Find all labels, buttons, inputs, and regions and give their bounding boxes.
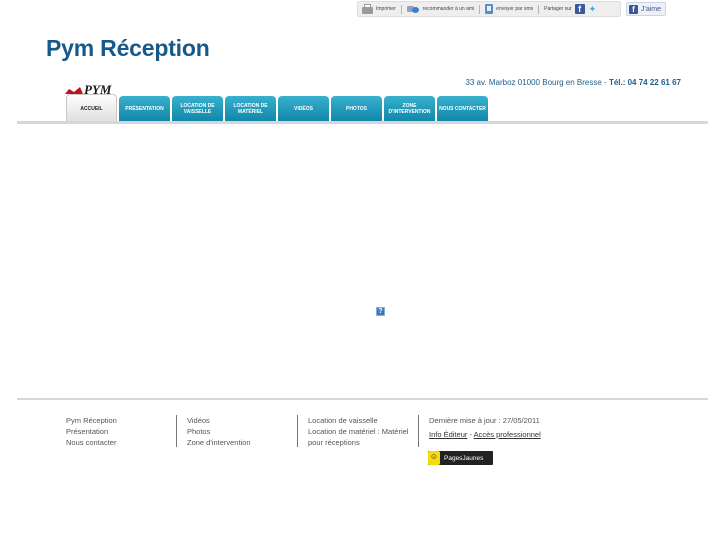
phone-number: Tél.: 04 74 22 61 67 xyxy=(608,78,681,87)
contact-address: 33 av. Marboz 01000 Bourg en Bresse - Té… xyxy=(465,78,681,87)
footer-column-4: Dernière mise à jour : 27/05/2011 Info É… xyxy=(418,415,541,447)
pages-jaunes-badge[interactable]: ☺ PagesJaunes xyxy=(428,451,493,465)
site-title: Pym Réception xyxy=(46,35,210,61)
facebook-icon: f xyxy=(629,4,638,14)
info-editor-link[interactable]: Info Éditeur xyxy=(429,430,467,439)
footer-link-presentation[interactable]: Présentation xyxy=(66,426,117,437)
send-sms-link[interactable]: envoyer par sms xyxy=(485,4,533,14)
last-update-text: Dernière mise à jour : 27/05/2011 xyxy=(429,416,540,425)
footer-column-2: Vidéos Photos Zone d'intervention xyxy=(176,415,251,447)
recommend-label: recommander à un ami xyxy=(422,6,475,12)
phone-sms-icon xyxy=(485,4,494,14)
pages-jaunes-smiley-icon: ☺ xyxy=(428,451,440,465)
tab-videos[interactable]: Vidéos xyxy=(278,96,329,122)
footer-divider xyxy=(17,398,708,400)
tab-accueil[interactable]: Accueil xyxy=(66,94,117,122)
toolbar-separator xyxy=(538,4,540,14)
facebook-like-button[interactable]: f J'aime xyxy=(626,2,666,16)
footer-link-contact[interactable]: Nous contacter xyxy=(66,437,117,448)
share-label: Partager sur xyxy=(544,6,572,12)
footer-link-vaisselle[interactable]: Location de vaisselle xyxy=(308,415,416,426)
logo-red-mark xyxy=(65,87,83,94)
tab-zone-intervention[interactable]: Zone d'intervention xyxy=(384,96,435,122)
footer-column-3: Location de vaisselle Location de matéri… xyxy=(297,415,416,447)
main-nav: Accueil Présentation Location de vaissel… xyxy=(66,94,490,122)
facebook-share-icon[interactable]: f xyxy=(574,4,585,14)
pages-jaunes-label: PagesJaunes xyxy=(444,454,484,462)
send-sms-label: envoyer par sms xyxy=(496,6,534,12)
tab-location-vaisselle[interactable]: Location de vaisselle xyxy=(172,96,223,122)
recommend-friend-icon xyxy=(406,4,420,14)
nav-divider xyxy=(17,121,708,124)
print-label: Imprimer xyxy=(376,6,396,12)
tab-presentation[interactable]: Présentation xyxy=(119,96,170,122)
footer-link-zone[interactable]: Zone d'intervention xyxy=(187,437,251,448)
missing-plugin-icon[interactable]: ? xyxy=(376,307,385,316)
toolbar-separator xyxy=(479,4,481,14)
print-link[interactable]: Imprimer xyxy=(362,3,396,14)
pro-access-link[interactable]: Accès professionnel xyxy=(474,430,541,439)
footer-link-videos[interactable]: Vidéos xyxy=(187,415,251,426)
footer-link-materiel[interactable]: Location de matériel : Matériel pour réc… xyxy=(308,426,416,448)
like-label: J'aime xyxy=(641,5,662,13)
toolbar-separator xyxy=(400,4,402,14)
footer-editor-links: Info Éditeur - Accès professionnel xyxy=(429,429,541,440)
tab-location-materiel[interactable]: Location de matériel xyxy=(225,96,276,122)
twitter-share-icon[interactable]: ✦ xyxy=(589,4,597,14)
footer-link-home[interactable]: Pym Réception xyxy=(66,415,117,426)
footer-link-photos[interactable]: Photos xyxy=(187,426,251,437)
share-toolbar: Imprimer recommander à un ami envoyer pa… xyxy=(357,1,621,17)
tab-photos[interactable]: Photos xyxy=(331,96,382,122)
share-group: Partager sur f ✦ xyxy=(544,4,596,14)
tab-nous-contacter[interactable]: Nous contacter xyxy=(437,96,488,122)
printer-icon xyxy=(362,3,373,14)
footer-column-1: Pym Réception Présentation Nous contacte… xyxy=(66,415,117,448)
recommend-link[interactable]: recommander à un ami xyxy=(406,4,475,14)
address-text: 33 av. Marboz 01000 Bourg en Bresse - xyxy=(465,78,609,87)
